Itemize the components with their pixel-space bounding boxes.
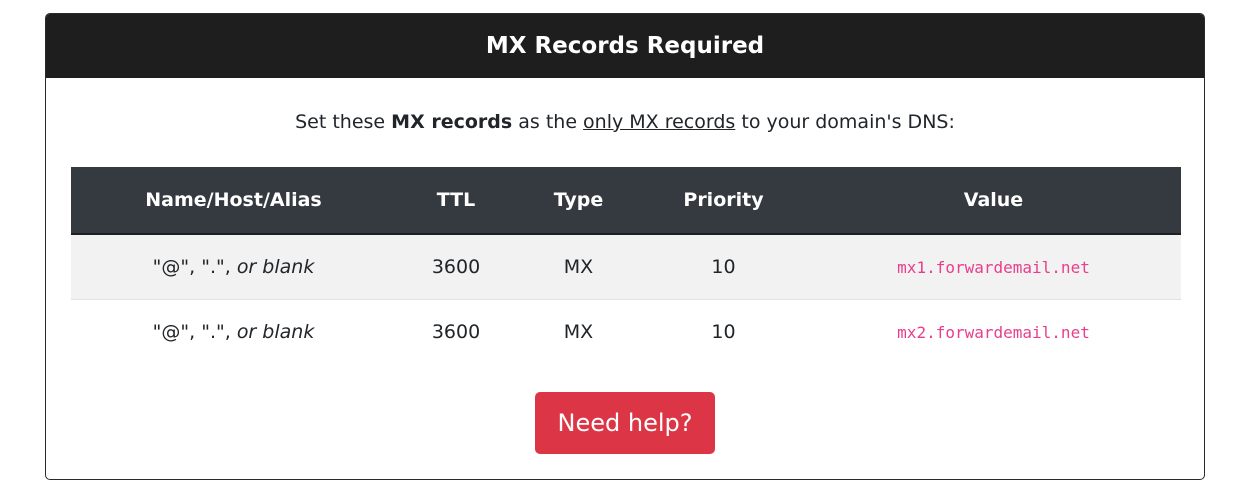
table-row: "@", ".", or blank 3600 MX 10 mx1.forwar…	[71, 233, 1181, 300]
cell-priority: 10	[641, 299, 806, 364]
name-quoted: "@", ".",	[152, 256, 237, 278]
column-header-type: Type	[516, 167, 641, 235]
intro-bold: MX records	[391, 111, 513, 133]
column-header-ttl: TTL	[396, 167, 516, 235]
table-header-row: Name/Host/Alias TTL Type Priority Value	[71, 167, 1181, 235]
intro-suffix: to your domain's DNS:	[735, 111, 955, 133]
name-italic: or blank	[236, 321, 315, 343]
cell-type: MX	[516, 233, 641, 300]
mx-records-card: MX Records Required Set these MX records…	[45, 13, 1205, 480]
cell-value: mx1.forwardemail.net	[806, 233, 1181, 300]
card-title: MX Records Required	[485, 33, 765, 59]
mx-value-code: mx1.forwardemail.net	[897, 258, 1090, 277]
intro-prefix: Set these	[295, 111, 392, 133]
cell-name: "@", ".", or blank	[71, 299, 396, 364]
cell-name: "@", ".", or blank	[71, 233, 396, 300]
name-italic: or blank	[236, 256, 315, 278]
cell-ttl: 3600	[396, 299, 516, 364]
card-header: MX Records Required	[46, 14, 1204, 78]
table-row: "@", ".", or blank 3600 MX 10 mx2.forwar…	[71, 299, 1181, 364]
name-quoted: "@", ".",	[152, 321, 237, 343]
column-header-name: Name/Host/Alias	[71, 167, 396, 235]
button-container: Need help?	[46, 392, 1204, 454]
mx-records-table: Name/Host/Alias TTL Type Priority Value …	[71, 167, 1181, 364]
column-header-priority: Priority	[641, 167, 806, 235]
need-help-button[interactable]: Need help?	[535, 392, 715, 454]
cell-ttl: 3600	[396, 233, 516, 300]
cell-value: mx2.forwardemail.net	[806, 299, 1181, 364]
cell-priority: 10	[641, 233, 806, 300]
column-header-value: Value	[806, 167, 1181, 235]
mx-value-code: mx2.forwardemail.net	[897, 323, 1090, 342]
intro-middle: as the	[512, 111, 584, 133]
intro-underline: only MX records	[583, 111, 736, 133]
cell-type: MX	[516, 299, 641, 364]
intro-text: Set these MX records as the only MX reco…	[46, 108, 1204, 136]
